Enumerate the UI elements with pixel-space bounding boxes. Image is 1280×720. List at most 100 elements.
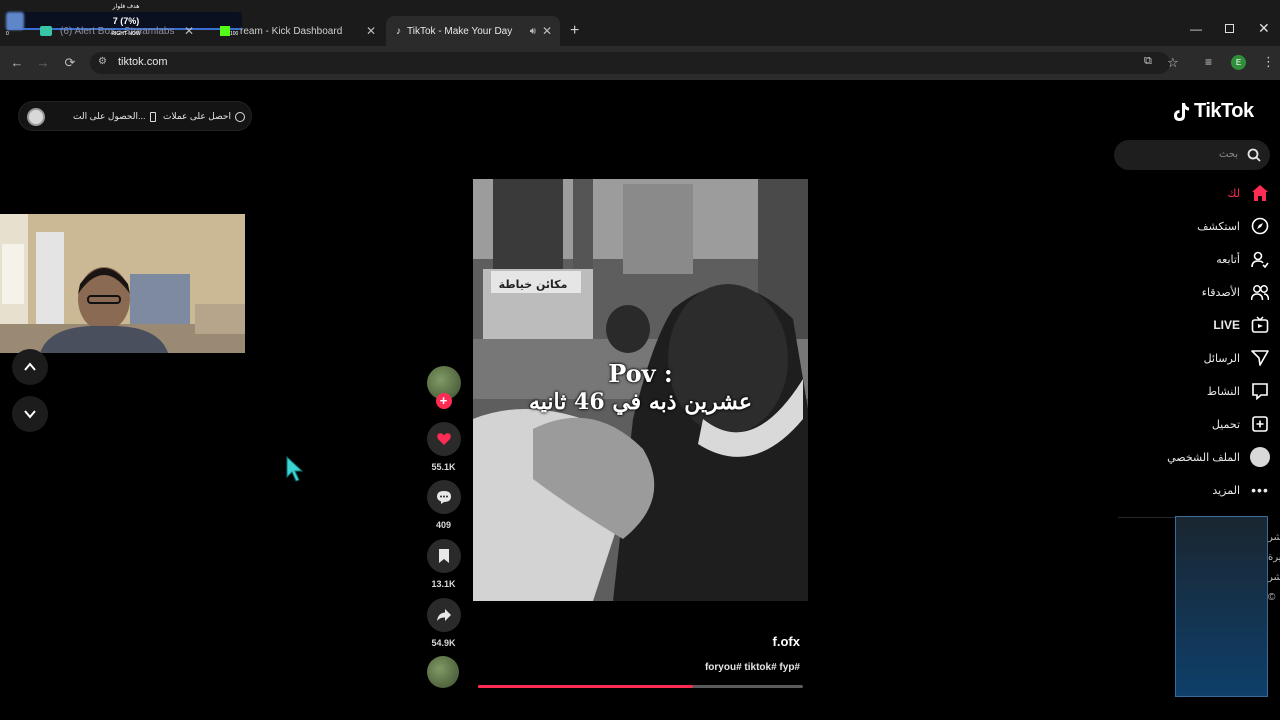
streamlabs-favicon-icon: [40, 26, 52, 36]
coin-icon: [234, 111, 245, 122]
video-progress-fill: [478, 685, 693, 688]
heart-icon: [436, 433, 451, 445]
profile-initial: E: [1235, 58, 1242, 67]
nav-following[interactable]: أتابعه: [1216, 248, 1270, 270]
video-player[interactable]: مكائن خياطة Pov : عشرين ذبه في 46 ثانيه: [473, 179, 808, 601]
nav-label: النشاط: [1206, 385, 1240, 398]
upload-icon: [1250, 414, 1270, 434]
share-action[interactable]: 54.9K: [426, 598, 461, 648]
nav-label: لك: [1227, 187, 1240, 200]
profile-avatar[interactable]: E: [1231, 55, 1246, 70]
comment-count: 409: [435, 520, 452, 530]
creator-avatar-action[interactable]: +: [426, 366, 461, 409]
search-icon[interactable]: [1247, 148, 1261, 162]
nav-live[interactable]: LIVE: [1213, 314, 1270, 336]
live-icon: [1250, 315, 1270, 335]
webcam-scene: [0, 214, 245, 353]
tab-close-icon[interactable]: ✕: [184, 24, 194, 38]
nav-label: المزيد: [1212, 484, 1240, 497]
nav-label: LIVE: [1213, 318, 1240, 332]
panel-edge-clip: عشريرةشر©: [1268, 532, 1280, 603]
nav-label: الرسائل: [1203, 352, 1240, 365]
omnibox[interactable]: ⚙ tiktok.com ⧉: [90, 52, 1170, 74]
share-button[interactable]: [426, 598, 461, 632]
tiktok-note-icon: [1174, 102, 1189, 121]
tab-label: (6) Alert Box - Streamlabs: [60, 25, 175, 37]
nav-activity[interactable]: النشاط: [1207, 380, 1270, 402]
back-button[interactable]: ←: [8, 54, 26, 72]
compass-icon: [1250, 216, 1270, 236]
mouse-cursor-icon: [286, 456, 304, 482]
install-app-icon[interactable]: ⧉: [1144, 55, 1152, 68]
get-app-label: الحصول على الت...: [73, 111, 146, 121]
save-count: 13.1K: [431, 579, 456, 589]
search-placeholder: بحث: [1218, 149, 1238, 160]
previous-video-button[interactable]: [12, 349, 48, 385]
nav-upload[interactable]: تحميل: [1212, 413, 1270, 435]
video-overlay-caption: عشرين ذبه في 46 ثانيه: [529, 389, 752, 415]
video-progress-bar[interactable]: [478, 685, 803, 688]
follow-plus-button[interactable]: +: [435, 393, 452, 409]
nav-friends[interactable]: الأصدقاء: [1202, 281, 1270, 303]
video-caption: foryou# tiktok# fyp#: [704, 662, 800, 673]
get-app-button[interactable]: الحصول على الت...: [73, 111, 156, 122]
video-overlay-pov: Pov :: [608, 359, 673, 388]
nav-more[interactable]: المزيد •••: [1212, 479, 1270, 501]
tab-tiktok[interactable]: ♪ TikTok - Make Your Day 🔊︎ ✕: [386, 16, 560, 46]
comment-action[interactable]: 409: [426, 480, 461, 530]
chevron-up-icon: [24, 362, 36, 371]
nav-label: أتابعه: [1216, 253, 1240, 266]
tab-alert-box[interactable]: (6) Alert Box - Streamlabs ✕: [30, 16, 202, 46]
tab-kick-dashboard[interactable]: ream - Kick Dashboard ✕: [210, 16, 384, 46]
tab-close-icon[interactable]: ✕: [542, 24, 552, 38]
forward-button[interactable]: →: [34, 54, 52, 72]
nav-explore[interactable]: استكشف: [1197, 215, 1270, 237]
friends-icon: [1250, 282, 1270, 302]
share-arrow-icon: [436, 609, 451, 621]
comment-button[interactable]: [426, 480, 461, 514]
site-settings-icon[interactable]: ⚙: [98, 56, 107, 67]
new-tab-button[interactable]: +: [570, 22, 579, 40]
nav-profile[interactable]: الملف الشخصي: [1167, 446, 1270, 468]
minimize-button[interactable]: —: [1190, 22, 1202, 36]
video-author[interactable]: f.ofx: [700, 634, 800, 649]
like-button[interactable]: [426, 422, 461, 456]
menu-kebab-icon[interactable]: ⋮: [1262, 54, 1275, 70]
kick-favicon-icon: [220, 26, 230, 36]
webcam-overlay: [0, 214, 245, 353]
tiktok-logo[interactable]: TikTok: [1172, 100, 1254, 123]
close-window-button[interactable]: ✕: [1258, 20, 1270, 37]
like-count: 55.1K: [431, 462, 456, 472]
tiktok-wordmark: TikTok: [1194, 100, 1254, 122]
search-input[interactable]: بحث: [1114, 140, 1270, 170]
side-preview-panel: [1175, 516, 1268, 697]
comment-icon: [436, 491, 451, 504]
tiktok-favicon-icon: ♪: [396, 25, 401, 37]
user-avatar[interactable]: [27, 108, 45, 126]
bookmark-icon: [438, 549, 449, 563]
restore-button[interactable]: [1225, 24, 1234, 33]
send-icon: [1250, 348, 1270, 368]
save-button[interactable]: [426, 539, 461, 573]
goal-label: هدف فلوار: [112, 4, 140, 10]
message-icon: [1250, 381, 1270, 401]
like-action[interactable]: 55.1K: [426, 422, 461, 472]
get-coins-button[interactable]: احصل على عملات: [163, 111, 245, 122]
goal-min: 0: [6, 31, 9, 37]
nav-messages[interactable]: الرسائل: [1204, 347, 1270, 369]
share-count: 54.9K: [431, 638, 456, 648]
bookmark-star-icon[interactable]: ☆: [1167, 55, 1179, 71]
profile-avatar-icon: [1250, 447, 1270, 467]
nav-for-you[interactable]: لك: [1227, 182, 1270, 204]
media-control-icon[interactable]: ≡: [1205, 55, 1212, 69]
tab-label: TikTok - Make Your Day: [407, 25, 513, 37]
speaker-icon[interactable]: 🔊︎: [530, 26, 536, 37]
next-video-button[interactable]: [12, 396, 48, 432]
tab-label: ream - Kick Dashboard: [240, 25, 343, 37]
music-disc-icon[interactable]: [427, 656, 459, 688]
reload-button[interactable]: ⟳: [61, 54, 79, 72]
save-action[interactable]: 13.1K: [426, 539, 461, 589]
url-text: tiktok.com: [118, 56, 168, 68]
nav-label: الملف الشخصي: [1167, 451, 1240, 464]
tab-close-icon[interactable]: ✕: [366, 24, 376, 38]
